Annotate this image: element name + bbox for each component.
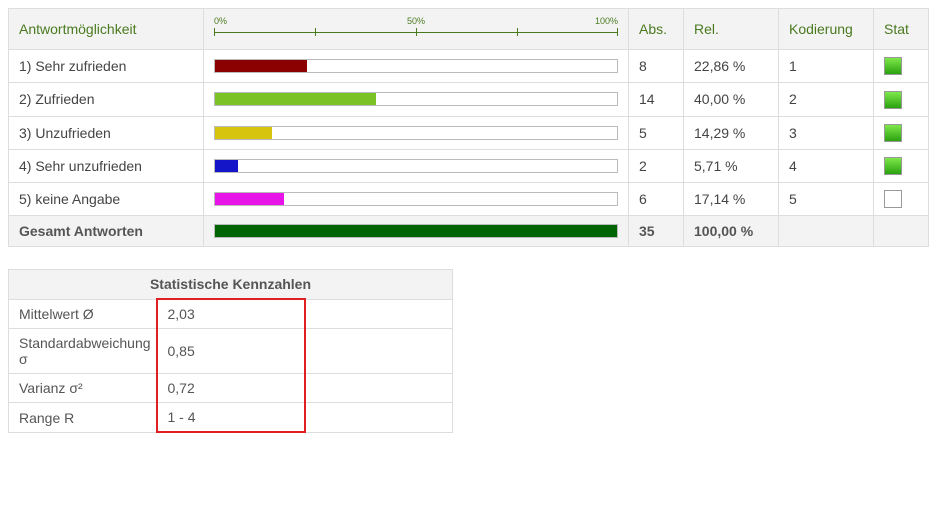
stat-toggle[interactable] (884, 190, 902, 208)
row-abs: 8 (629, 50, 684, 83)
row-label: 4) Sehr unzufrieden (9, 149, 204, 182)
table-row: 5) keine Angabe 617,14 %5 (9, 183, 929, 216)
total-label: Gesamt Antworten (9, 216, 204, 247)
row-abs: 6 (629, 183, 684, 216)
row-bar-cell (204, 183, 629, 216)
row-coding: 4 (779, 149, 874, 182)
bar-fill (215, 193, 284, 205)
row-rel: 22,86 % (684, 50, 779, 83)
table-row-total: Gesamt Antworten 35100,00 % (9, 216, 929, 247)
row-coding: 1 (779, 50, 874, 83)
row-label: 1) Sehr zufrieden (9, 50, 204, 83)
header-stat: Stat (874, 9, 929, 50)
bar-frame (214, 59, 618, 73)
header-abs: Abs. (629, 9, 684, 50)
total-abs: 35 (629, 216, 684, 247)
stats-blank (305, 329, 453, 374)
table-row: 2) Zufrieden 1440,00 %2 (9, 83, 929, 116)
bar-frame (214, 224, 618, 238)
row-abs: 5 (629, 116, 684, 149)
bar-frame (214, 92, 618, 106)
row-label: 3) Unzufrieden (9, 116, 204, 149)
stats-label: Mittelwert Ø (9, 299, 157, 329)
axis-tick (517, 28, 518, 36)
stats-label: Standardabweichung σ (9, 329, 157, 374)
header-axis: 0% 50% 100% (204, 9, 629, 50)
bar-fill (215, 93, 376, 105)
bar-frame (214, 192, 618, 206)
total-stat (874, 216, 929, 247)
axis-label-50: 50% (407, 16, 425, 26)
total-coding (779, 216, 874, 247)
stats-title: Statistische Kennzahlen (9, 270, 453, 300)
stats-row: Mittelwert Ø2,03 (9, 299, 453, 329)
row-bar-cell (204, 83, 629, 116)
table-row: 1) Sehr zufrieden 822,86 %1 (9, 50, 929, 83)
total-rel: 100,00 % (684, 216, 779, 247)
header-coding: Kodierung (779, 9, 874, 50)
row-stat-cell (874, 50, 929, 83)
stat-toggle[interactable] (884, 57, 902, 75)
row-stat-cell (874, 149, 929, 182)
row-abs: 14 (629, 83, 684, 116)
row-bar-cell (204, 116, 629, 149)
header-rel: Rel. (684, 9, 779, 50)
stats-value: 1 - 4 (157, 403, 305, 433)
stats-value: 2,03 (157, 299, 305, 329)
row-stat-cell (874, 116, 929, 149)
stat-toggle[interactable] (884, 157, 902, 175)
row-stat-cell (874, 83, 929, 116)
row-coding: 3 (779, 116, 874, 149)
axis-label-100: 100% (595, 16, 618, 26)
axis-label-0: 0% (214, 16, 227, 26)
stats-table: Statistische Kennzahlen Mittelwert Ø2,03… (8, 269, 453, 433)
row-bar-cell (204, 149, 629, 182)
row-coding: 2 (779, 83, 874, 116)
stats-row: Standardabweichung σ0,85 (9, 329, 453, 374)
axis-tick (416, 28, 417, 36)
axis-tick (617, 28, 618, 36)
axis-tick (315, 28, 316, 36)
response-table: Antwortmöglichkeit 0% 50% 100% Abs. Rel.… (8, 8, 929, 247)
axis-tick (214, 28, 215, 36)
bar-frame (214, 159, 618, 173)
stat-toggle[interactable] (884, 124, 902, 142)
stats-value: 0,72 (157, 374, 305, 403)
row-rel: 17,14 % (684, 183, 779, 216)
stats-blank (305, 374, 453, 403)
header-answer: Antwortmöglichkeit (9, 9, 204, 50)
row-rel: 40,00 % (684, 83, 779, 116)
stats-value: 0,85 (157, 329, 305, 374)
row-stat-cell (874, 183, 929, 216)
bar-fill (215, 225, 617, 237)
row-rel: 14,29 % (684, 116, 779, 149)
row-bar-cell (204, 50, 629, 83)
stats-blank (305, 403, 453, 433)
stats-row: Range R1 - 4 (9, 403, 453, 433)
axis: 0% 50% 100% (214, 16, 618, 42)
row-abs: 2 (629, 149, 684, 182)
row-label: 5) keine Angabe (9, 183, 204, 216)
table-row: 4) Sehr unzufrieden 25,71 %4 (9, 149, 929, 182)
stats-row: Varianz σ²0,72 (9, 374, 453, 403)
bar-fill (215, 160, 238, 172)
stat-toggle[interactable] (884, 91, 902, 109)
row-rel: 5,71 % (684, 149, 779, 182)
bar-fill (215, 60, 307, 72)
row-label: 2) Zufrieden (9, 83, 204, 116)
total-bar-cell (204, 216, 629, 247)
stats-label: Range R (9, 403, 157, 433)
bar-frame (214, 126, 618, 140)
table-row: 3) Unzufrieden 514,29 %3 (9, 116, 929, 149)
stats-blank (305, 299, 453, 329)
row-coding: 5 (779, 183, 874, 216)
bar-fill (215, 127, 272, 139)
stats-label: Varianz σ² (9, 374, 157, 403)
